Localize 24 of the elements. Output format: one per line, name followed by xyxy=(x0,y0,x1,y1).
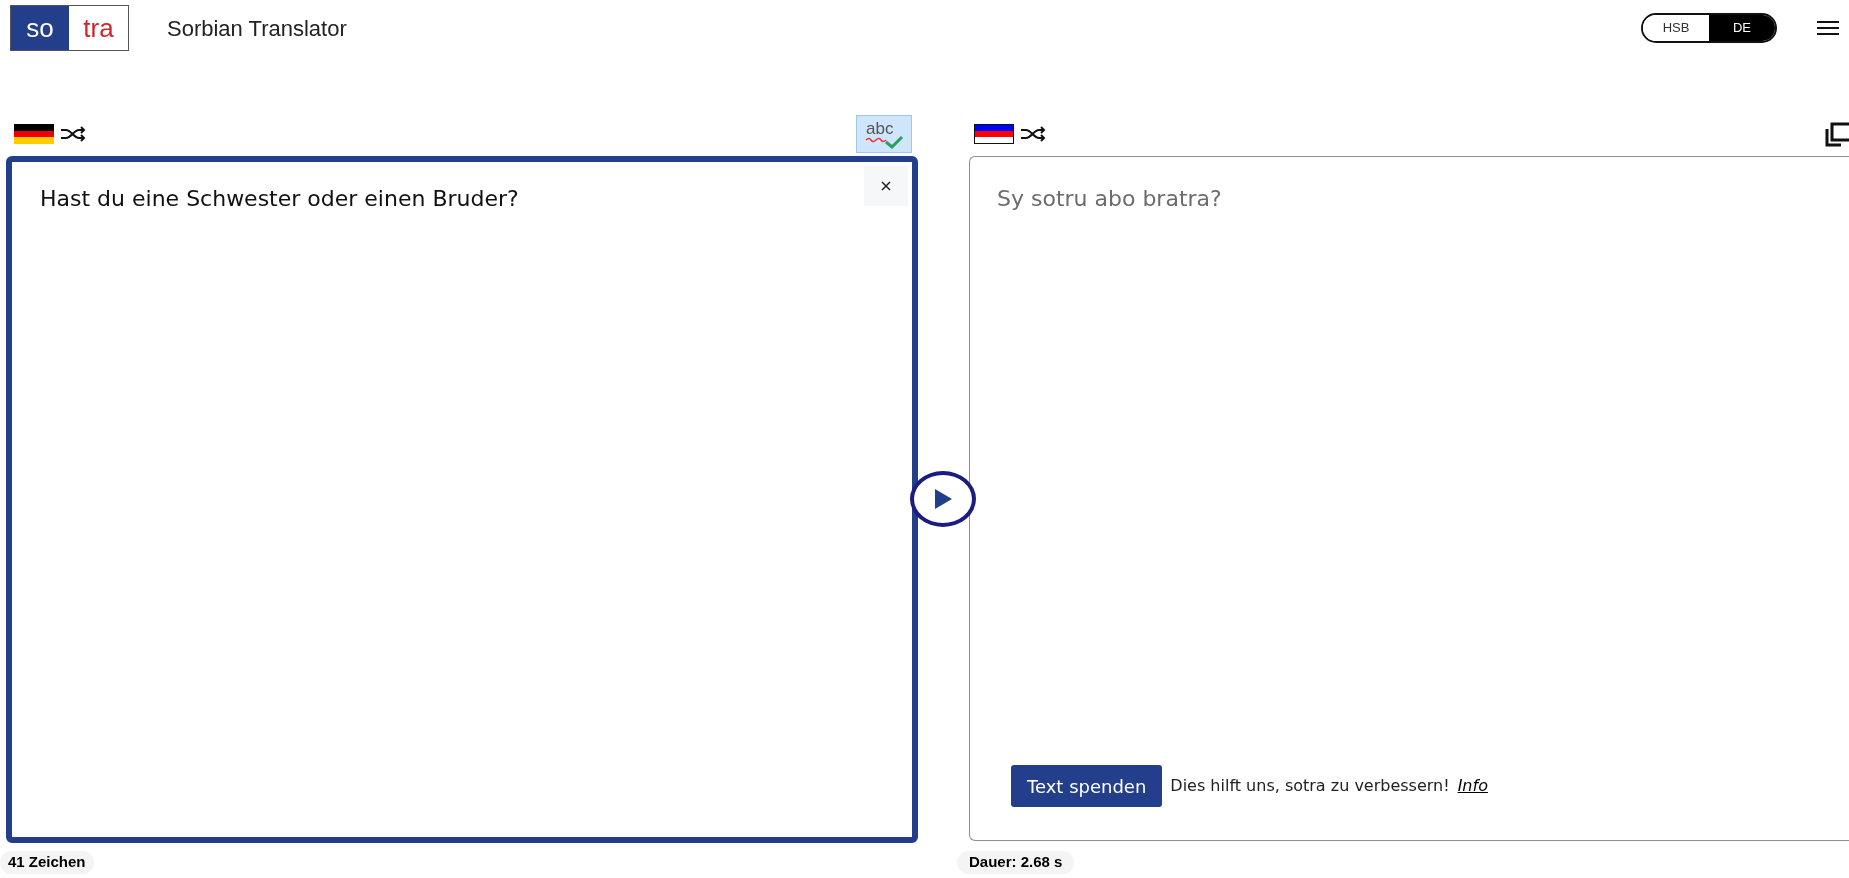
logo-text: tra xyxy=(82,11,115,45)
duration-label: Dauer: 2.68 s xyxy=(957,851,1075,874)
app-title: Sorbian Translator xyxy=(167,14,347,43)
logo[interactable]: so tra xyxy=(10,5,129,51)
copy-icon[interactable] xyxy=(1825,121,1849,147)
clear-button[interactable] xyxy=(864,166,908,206)
shuffle-icon[interactable] xyxy=(60,126,86,142)
donate-note: Dies hilft uns, sotra zu verbessern! xyxy=(1170,775,1450,797)
source-text-area[interactable]: Hast du eine Schwester oder einen Bruder? xyxy=(6,156,918,843)
logo-text: so xyxy=(11,6,69,50)
info-link[interactable]: Info xyxy=(1457,774,1488,798)
source-text: Hast du eine Schwester oder einen Bruder? xyxy=(40,186,519,211)
sorbian-flag-icon xyxy=(974,124,1014,144)
donate-button[interactable]: Text spenden xyxy=(1011,765,1163,807)
translate-button[interactable] xyxy=(910,471,976,527)
play-icon xyxy=(933,488,953,510)
spellcheck-button[interactable]: abc xyxy=(856,115,912,153)
character-count: 41 Zeichen xyxy=(0,851,94,874)
menu-icon[interactable] xyxy=(1817,20,1839,36)
translation-text: Sy sotru abo bratra? xyxy=(997,185,1223,213)
language-toggle[interactable]: DE xyxy=(1709,15,1775,41)
close-icon xyxy=(881,181,891,191)
german-flag-icon xyxy=(14,124,54,144)
shuffle-icon[interactable] xyxy=(1020,126,1046,142)
